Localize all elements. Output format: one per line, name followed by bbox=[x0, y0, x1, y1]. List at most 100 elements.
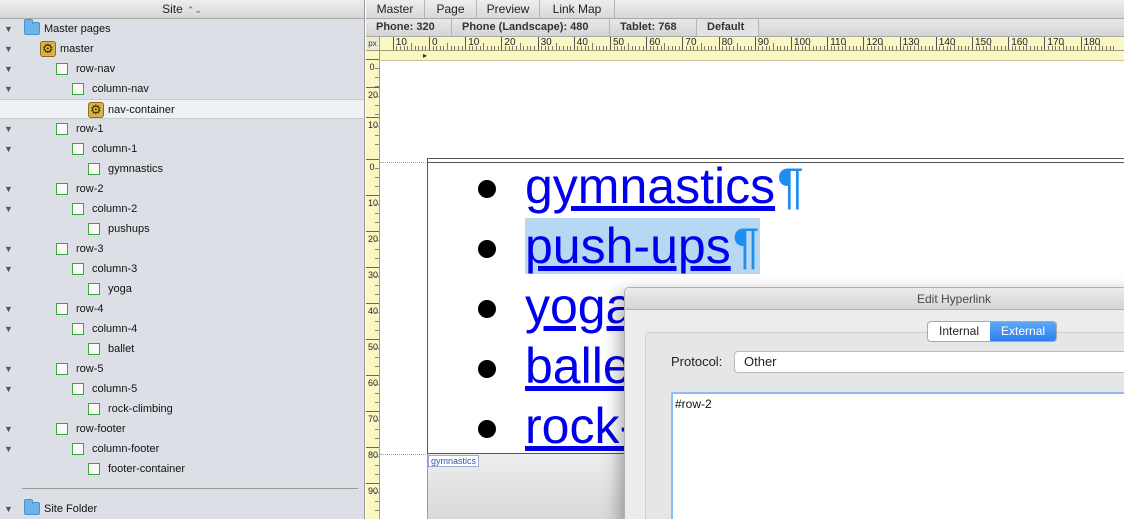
protocol-select[interactable]: Other bbox=[734, 351, 1124, 373]
folder-icon bbox=[24, 499, 40, 515]
tree-item[interactable]: ▼ row-nav bbox=[0, 59, 364, 79]
ruler-minor-tick bbox=[794, 46, 796, 50]
segment-internal[interactable]: Internal bbox=[928, 322, 990, 341]
ruler-minor-tick bbox=[375, 321, 379, 322]
tree-item[interactable]: gymnastics bbox=[0, 159, 364, 179]
tree-item-label: row-footer bbox=[76, 423, 126, 435]
view-phone[interactable]: Phone: 320 bbox=[366, 19, 452, 36]
tree-item[interactable]: yoga bbox=[0, 279, 364, 299]
disclosure-triangle-icon[interactable]: ▼ bbox=[4, 239, 14, 259]
view-tablet[interactable]: Tablet: 768 bbox=[610, 19, 697, 36]
sidebar-header[interactable]: Site ⌃⌄ bbox=[0, 0, 364, 19]
horizontal-ruler: px 10 0 10 20 30 40 50 60 70 80 90 100 110 120 130 140 1… bbox=[366, 37, 1124, 51]
ruler-minor-tick bbox=[638, 46, 640, 50]
disclosure-triangle-icon[interactable]: ▼ bbox=[4, 319, 14, 339]
disclosure-triangle-icon[interactable]: ▼ bbox=[4, 179, 14, 199]
ruler-minor-tick bbox=[953, 43, 955, 50]
ruler-tick bbox=[366, 447, 379, 448]
tree-item[interactable]: nav-container bbox=[0, 99, 364, 120]
ruler-minor-tick bbox=[595, 46, 597, 50]
disclosure-triangle-icon[interactable]: ▼ bbox=[4, 419, 14, 439]
tree-item[interactable]: pushups bbox=[0, 219, 364, 239]
ruler-band: ▸ bbox=[380, 51, 1124, 61]
disclosure-triangle-icon[interactable]: ▼ bbox=[4, 19, 14, 39]
ruler-minor-tick bbox=[375, 402, 379, 403]
ruler-minor-tick bbox=[675, 46, 677, 50]
ruler-minor-tick bbox=[932, 46, 934, 50]
ruler-minor-tick bbox=[892, 46, 894, 50]
ruler-minor-tick bbox=[939, 46, 941, 50]
ruler-minor-tick bbox=[979, 46, 981, 50]
ruler-tick bbox=[366, 87, 379, 88]
view-phone-landscape[interactable]: Phone (Landscape): 480 bbox=[452, 19, 610, 36]
ruler-minor-tick bbox=[823, 46, 825, 50]
tab-preview[interactable]: Preview bbox=[477, 0, 540, 18]
ruler-minor-tick bbox=[993, 46, 995, 50]
tree-item[interactable]: ▼ column-3 bbox=[0, 259, 364, 279]
tab-page[interactable]: Page bbox=[425, 0, 477, 18]
segment-external[interactable]: External bbox=[990, 322, 1057, 341]
tree-item[interactable]: footer-container bbox=[0, 459, 364, 479]
ruler-minor-tick bbox=[671, 46, 673, 50]
ruler-minor-tick bbox=[1102, 46, 1104, 50]
ruler-minor-tick bbox=[725, 46, 727, 50]
disclosure-triangle-icon[interactable]: ▼ bbox=[4, 359, 14, 379]
disclosure-triangle-icon[interactable]: ▼ bbox=[4, 499, 14, 519]
disclosure-triangle-icon[interactable]: ▼ bbox=[4, 379, 14, 399]
ruler-minor-tick bbox=[479, 46, 481, 50]
ruler-tick bbox=[366, 195, 379, 196]
ruler-minor-tick bbox=[515, 46, 517, 50]
disclosure-triangle-icon[interactable]: ▼ bbox=[4, 299, 14, 319]
disclosure-triangle-icon[interactable]: ▼ bbox=[4, 199, 14, 219]
tree-item[interactable]: ▼ column-4 bbox=[0, 319, 364, 339]
ruler-minor-tick bbox=[693, 46, 695, 50]
tree-item[interactable]: ▼ column-nav bbox=[0, 79, 364, 99]
site-sidebar: Site⌃⌄ ▼ Master pages ▼ master ▼ row-nav ▼ colu… bbox=[0, 0, 365, 519]
ruler-minor-tick bbox=[421, 46, 423, 50]
tree-item[interactable]: ▼ row-footer bbox=[0, 419, 364, 439]
disclosure-triangle-icon[interactable]: ▼ bbox=[4, 139, 14, 159]
ruler-minor-tick bbox=[375, 465, 379, 466]
element-box-icon bbox=[56, 123, 68, 135]
ruler-minor-tick bbox=[375, 96, 379, 97]
element-tag[interactable]: gymnastics bbox=[428, 455, 480, 467]
ruler-minor-tick bbox=[375, 77, 379, 78]
tree-item[interactable]: ▼ row-4 bbox=[0, 299, 364, 319]
nav-link[interactable]: push-ups¶ bbox=[525, 218, 760, 274]
ruler-tick bbox=[827, 37, 829, 50]
ruler-minor-tick bbox=[689, 46, 691, 50]
ruler-minor-tick bbox=[1105, 46, 1107, 50]
ruler-minor-tick bbox=[486, 46, 488, 50]
tree-item[interactable]: ▼ row-3 bbox=[0, 239, 364, 259]
ruler-label: 80 bbox=[721, 37, 733, 48]
disclosure-triangle-icon[interactable]: ▼ bbox=[4, 59, 14, 79]
disclosure-triangle-icon[interactable]: ▼ bbox=[4, 39, 14, 59]
tree-item[interactable]: ▼ column-1 bbox=[0, 139, 364, 159]
tree-item[interactable]: ▼ row-2 bbox=[0, 179, 364, 199]
ruler-tick bbox=[573, 37, 575, 50]
disclosure-triangle-icon[interactable]: ▼ bbox=[4, 259, 14, 279]
tree-item[interactable]: ▼ column-footer bbox=[0, 439, 364, 459]
ruler-tick bbox=[537, 37, 539, 50]
view-default[interactable]: Default bbox=[697, 19, 759, 36]
tree-item[interactable]: ▼ column-5 bbox=[0, 379, 364, 399]
tree-item-site-folder[interactable]: ▼ Site Folder bbox=[0, 499, 364, 519]
ruler-minor-tick bbox=[649, 46, 651, 50]
ruler-minor-tick bbox=[375, 501, 379, 502]
tree-item[interactable]: ▼ Master pages bbox=[0, 19, 364, 39]
url-field[interactable] bbox=[671, 392, 1124, 519]
tab-master[interactable]: Master bbox=[366, 0, 425, 18]
tree-item[interactable]: ▼ column-2 bbox=[0, 199, 364, 219]
ruler-minor-tick bbox=[964, 46, 966, 50]
tree-item[interactable]: ▼ master bbox=[0, 39, 364, 59]
disclosure-triangle-icon[interactable]: ▼ bbox=[4, 119, 14, 139]
tab-link-map[interactable]: Link Map bbox=[540, 0, 615, 18]
tree-item[interactable]: rock-climbing bbox=[0, 399, 364, 419]
tree-item[interactable]: ▼ row-5 bbox=[0, 359, 364, 379]
disclosure-triangle-icon[interactable]: ▼ bbox=[4, 439, 14, 459]
ruler-origin-marker-icon[interactable]: ▸ bbox=[423, 51, 427, 61]
tree-item[interactable]: ▼ row-1 bbox=[0, 119, 364, 139]
nav-link[interactable]: gymnastics¶ bbox=[525, 158, 804, 214]
disclosure-triangle-icon[interactable]: ▼ bbox=[4, 79, 14, 99]
tree-item[interactable]: ballet bbox=[0, 339, 364, 359]
